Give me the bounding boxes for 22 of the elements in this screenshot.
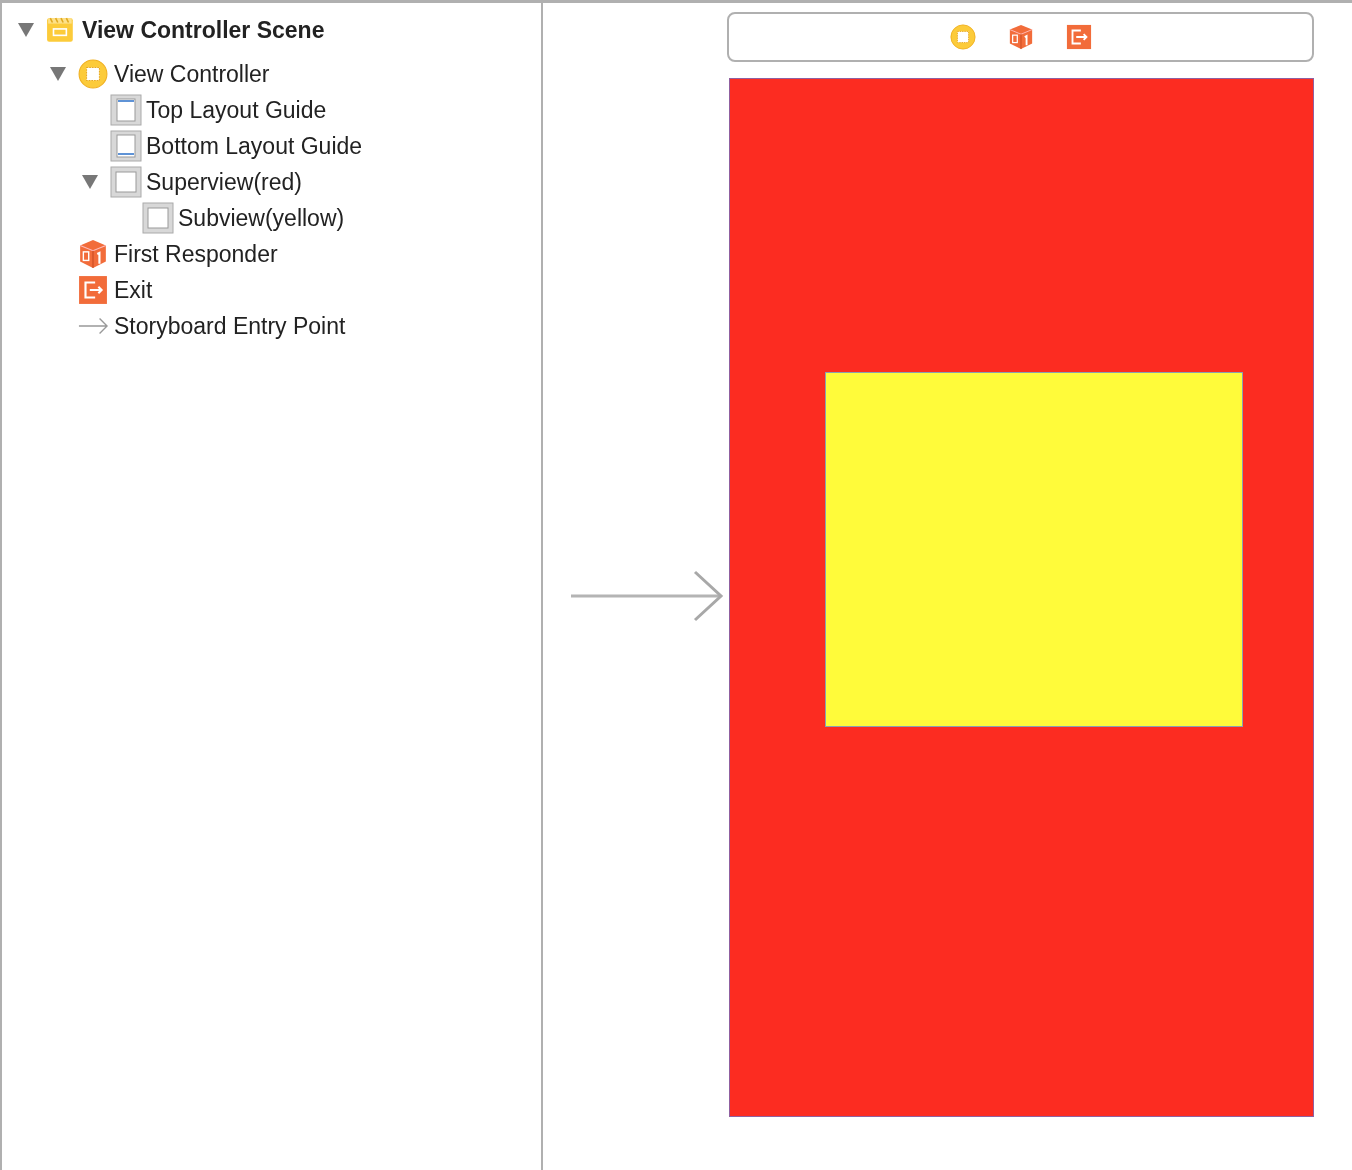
entry-point-arrow[interactable] [571,570,724,621]
exit-icon [78,275,108,305]
outline-item[interactable]: Storyboard Entry Point [114,312,346,340]
view-icon [110,166,142,198]
outline-item[interactable]: Exit [114,276,153,304]
bottom-guide-icon [110,130,142,162]
superview[interactable] [729,78,1314,1117]
cube-icon [78,239,108,269]
exit-icon[interactable] [1065,24,1092,50]
view-icon [142,202,174,234]
outline-item[interactable]: Top Layout Guide [146,96,327,124]
outline-item[interactable]: First Responder [114,240,278,268]
outline-item[interactable]: Bottom Layout Guide [146,132,363,160]
outline-item[interactable]: Subview(yellow) [178,204,345,232]
outline-item[interactable]: View Controller Scene [82,16,325,44]
outline-item[interactable]: View Controller [114,60,270,88]
cube-icon[interactable] [1007,24,1034,50]
scene-icon [46,15,76,45]
view-controller-icon [78,59,108,89]
view-controller-icon[interactable] [949,24,976,50]
outline-item[interactable]: Superview(red) [146,168,302,196]
top-guide-icon [110,94,142,126]
